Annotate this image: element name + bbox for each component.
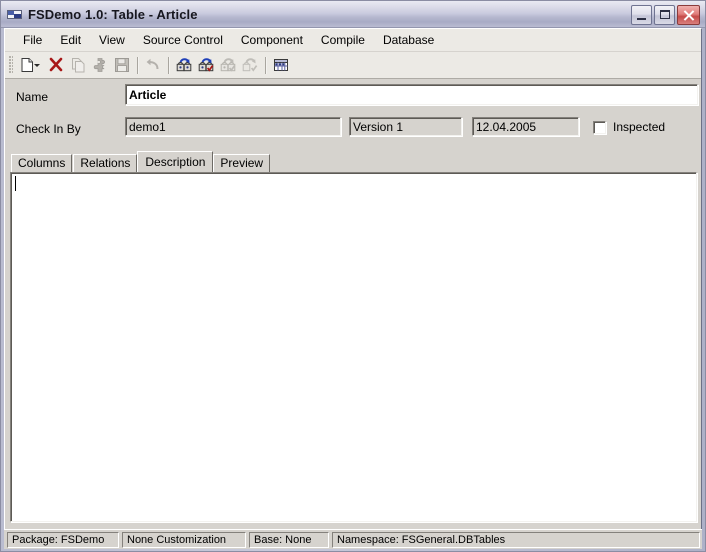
- copy-pages-icon: [72, 58, 85, 73]
- undo-check-out-button: [217, 54, 239, 76]
- check-in-by-input[interactable]: demo1: [125, 117, 341, 136]
- caption-buttons: [631, 5, 700, 25]
- check-in-by-label: Check In By: [16, 122, 81, 136]
- save-button: [111, 54, 133, 76]
- text-caret: [15, 176, 16, 191]
- tab-strip: Columns Relations Description Preview: [5, 151, 701, 172]
- toolbar: [5, 52, 701, 79]
- toolbar-grip[interactable]: [9, 56, 13, 74]
- tab-columns[interactable]: Columns: [11, 154, 73, 172]
- checkbox-box-icon[interactable]: [593, 120, 606, 134]
- new-document-icon: [21, 58, 33, 72]
- menu-item-compile[interactable]: Compile: [312, 31, 374, 50]
- tab-preview[interactable]: Preview: [213, 154, 271, 172]
- red-x-delete-icon: [49, 57, 63, 72]
- menu-item-view[interactable]: View: [90, 31, 134, 50]
- application-window: FSDemo 1.0: Table - Article File Edit Vi…: [0, 0, 706, 552]
- puzzle-piece-icon: [93, 58, 105, 72]
- padlock-checkout-icon: [176, 58, 191, 72]
- tab-description[interactable]: Description: [137, 151, 214, 172]
- table-grid-icon: [274, 59, 288, 71]
- component-button: [89, 54, 111, 76]
- app-window-icon: [7, 7, 23, 21]
- menu-item-component[interactable]: Component: [232, 31, 312, 50]
- padlock-checkin-icon: [198, 58, 213, 72]
- inspected-checkbox[interactable]: Inspected: [593, 120, 665, 134]
- menu-item-file[interactable]: File: [14, 31, 51, 50]
- menu-item-database[interactable]: Database: [374, 31, 443, 50]
- minimize-icon: [637, 18, 646, 20]
- close-icon: [683, 10, 695, 21]
- table-grid-button[interactable]: [270, 54, 292, 76]
- version-input[interactable]: Version 1: [349, 117, 462, 136]
- menu-item-edit[interactable]: Edit: [51, 31, 90, 50]
- floppy-disk-save-icon: [115, 58, 129, 72]
- description-editor[interactable]: [10, 172, 697, 522]
- check-in-button[interactable]: [195, 54, 217, 76]
- name-label: Name: [16, 90, 49, 104]
- status-base: Base: None: [249, 531, 329, 548]
- minimize-button[interactable]: [631, 5, 652, 25]
- delete-button[interactable]: [45, 54, 67, 76]
- status-namespace: Namespace: FSGeneral.DBTables: [332, 531, 700, 548]
- menu-bar: File Edit View Source Control Component …: [5, 29, 701, 52]
- copy-button: [67, 54, 89, 76]
- status-customization: None Customization: [122, 531, 246, 548]
- chevron-down-icon[interactable]: [34, 64, 40, 67]
- undo-arrow-icon: [146, 58, 159, 70]
- padlock-undo-checkout-icon: [220, 58, 235, 72]
- name-input[interactable]: Article: [125, 84, 698, 105]
- check-out-button[interactable]: [173, 54, 195, 76]
- tab-relations[interactable]: Relations: [73, 154, 138, 172]
- new-document-button[interactable]: [16, 54, 40, 76]
- client-area: File Edit View Source Control Component …: [4, 28, 702, 548]
- menu-item-source-control[interactable]: Source Control: [134, 31, 232, 50]
- inspected-label: Inspected: [613, 120, 666, 134]
- padlock-get-latest-icon: [242, 58, 257, 72]
- close-button[interactable]: [677, 5, 700, 25]
- maximize-button[interactable]: [654, 5, 675, 25]
- status-bar: Package: FSDemo None Customization Base:…: [4, 529, 702, 549]
- undo-button: [142, 54, 164, 76]
- date-input[interactable]: 12.04.2005: [472, 117, 579, 136]
- title-bar[interactable]: FSDemo 1.0: Table - Article: [1, 1, 705, 28]
- toolbar-separator: [168, 56, 169, 74]
- maximize-icon: [660, 10, 670, 19]
- record-form: Name Article Check In By demo1 Version 1…: [5, 79, 701, 151]
- get-latest-button: [239, 54, 261, 76]
- status-package: Package: FSDemo: [7, 531, 119, 548]
- toolbar-separator: [137, 56, 138, 74]
- toolbar-separator: [265, 56, 266, 74]
- window-title: FSDemo 1.0: Table - Article: [28, 6, 198, 22]
